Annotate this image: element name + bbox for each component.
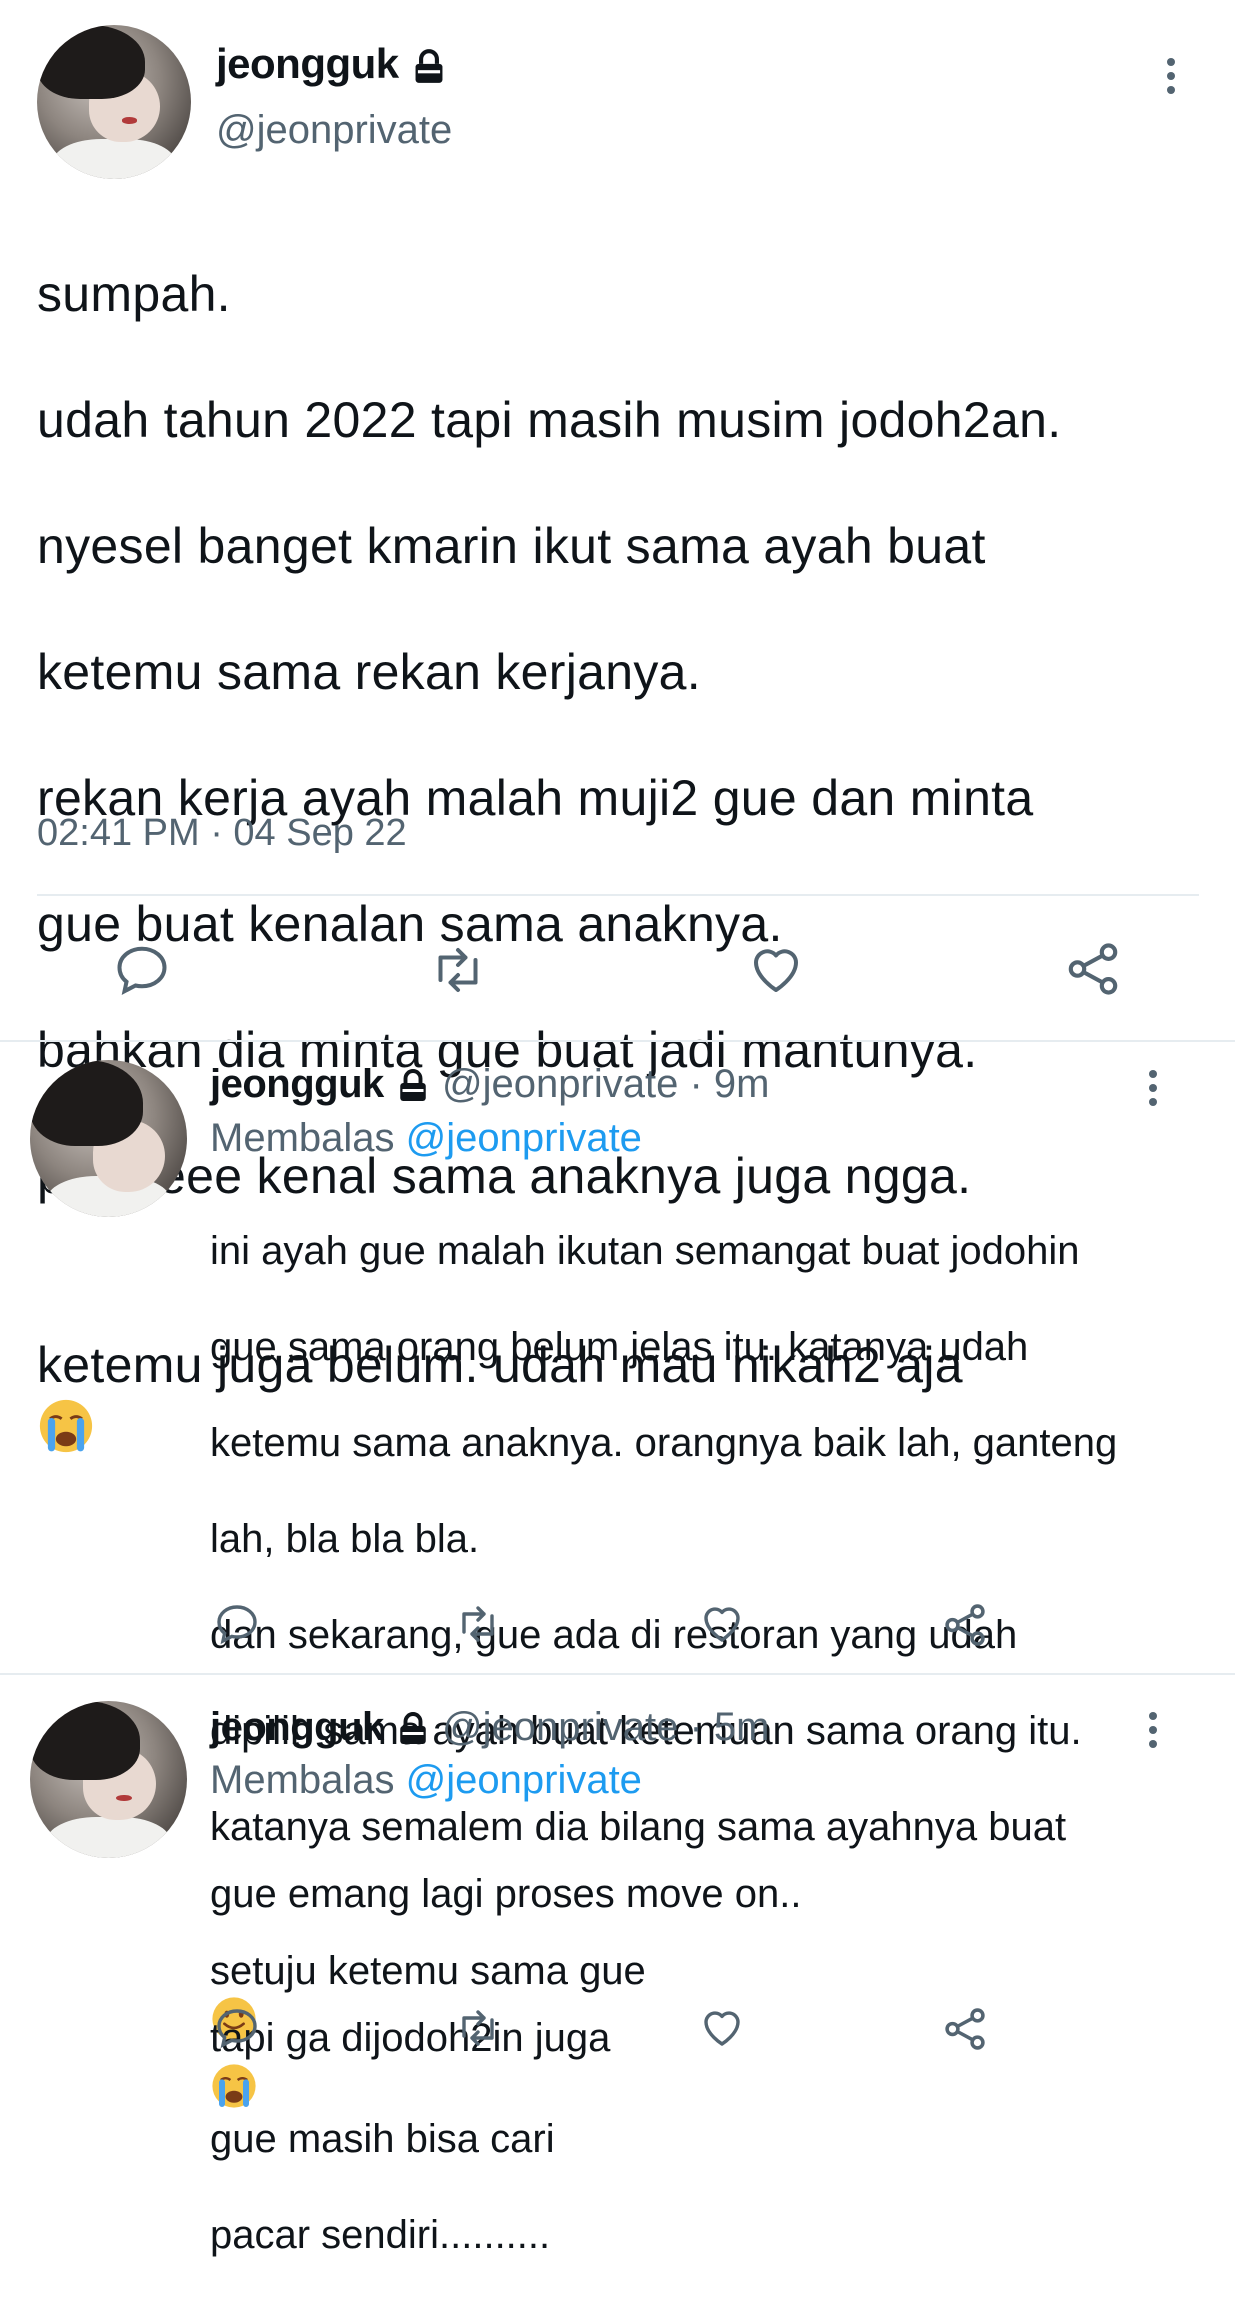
avatar[interactable]	[30, 1701, 187, 1858]
tweet-line: udah tahun 2022 tapi masih musim jodoh2a…	[37, 392, 1062, 448]
more-icon[interactable]	[1149, 1712, 1157, 1754]
reply-line: lah, bla bla bla.	[210, 1517, 480, 1561]
replying-to-link[interactable]: @jeonprivate	[406, 1116, 642, 1160]
tweet-age[interactable]: · 5m	[689, 1705, 769, 1749]
replying-to: Membalas @jeonprivate	[210, 1758, 642, 1803]
author-name[interactable]: jeongguk	[210, 1062, 384, 1106]
share-icon[interactable]	[940, 2004, 990, 2054]
reply-line: gue emang lagi proses move on..	[210, 1872, 802, 1916]
tweet-age[interactable]: · 9m	[689, 1062, 769, 1106]
like-icon[interactable]	[698, 2004, 746, 2052]
tweet-line: gue buat kenalan sama anaknya.	[37, 896, 783, 952]
retweet-icon[interactable]	[452, 1600, 504, 1648]
reply-line: ketemu sama anaknya. orangnya baik lah, …	[210, 1421, 1118, 1465]
reply-text: gue emang lagi proses move on.. tapi ga …	[210, 1822, 1210, 2307]
author-handle[interactable]: @jeonprivate	[442, 1062, 678, 1106]
lock-icon	[400, 1712, 426, 1745]
reply-line-emoji: tapi ga dijodoh2in juga gue masih bisa c…	[210, 1966, 1210, 2163]
avatar[interactable]	[37, 25, 191, 179]
tweet-line: nyesel banget kmarin ikut sama ayah buat	[37, 518, 986, 574]
divider	[0, 1673, 1235, 1675]
share-icon[interactable]	[940, 1600, 990, 1650]
reply-line: gue masih bisa cari	[210, 2117, 555, 2161]
more-icon[interactable]	[1167, 58, 1175, 100]
avatar[interactable]	[30, 1060, 187, 1217]
reply-icon[interactable]	[112, 940, 172, 1000]
reply-icon[interactable]	[213, 1600, 261, 1648]
divider	[37, 894, 1199, 896]
crying-emoji	[39, 1399, 93, 1453]
author-name[interactable]: jeongguk	[216, 40, 448, 88]
divider	[0, 1040, 1235, 1042]
reply-header: jeongguk @jeonprivate · 5m	[210, 1705, 769, 1750]
retweet-icon[interactable]	[426, 940, 490, 1000]
replying-to-link[interactable]: @jeonprivate	[406, 1758, 642, 1802]
more-icon[interactable]	[1149, 1070, 1157, 1112]
tweet-line: ketemu sama rekan kerjanya.	[37, 644, 701, 700]
reply-line: gue sama orang belum jelas itu. katanya …	[210, 1325, 1029, 1369]
retweet-icon[interactable]	[452, 2004, 504, 2052]
reply-line: ini ayah gue malah ikutan semangat buat …	[210, 1229, 1080, 1273]
tweet-line: sumpah.	[37, 266, 231, 322]
replying-label: Membalas	[210, 1116, 395, 1160]
author-handle[interactable]: @jeonprivate	[442, 1705, 678, 1749]
replying-label: Membalas	[210, 1758, 395, 1802]
lock-icon	[400, 1069, 426, 1102]
crying-emoji	[212, 2064, 256, 2108]
author-name-text[interactable]: jeongguk	[216, 40, 399, 87]
reply-header: jeongguk @jeonprivate · 9m	[210, 1062, 769, 1107]
replying-to: Membalas @jeonprivate	[210, 1116, 642, 1161]
tweet-timestamp[interactable]: 02:41 PM · 04 Sep 22	[37, 812, 407, 855]
lock-icon	[415, 49, 443, 83]
share-icon[interactable]	[1062, 938, 1124, 1000]
reply-icon[interactable]	[213, 2004, 261, 2052]
like-icon[interactable]	[698, 1600, 746, 1648]
author-name[interactable]: jeongguk	[210, 1705, 384, 1749]
author-handle[interactable]: @jeonprivate	[216, 108, 452, 153]
reply-line: tapi ga dijodoh2in juga	[210, 2016, 611, 2060]
reply-line: pacar sendiri..........	[210, 2213, 551, 2257]
like-icon[interactable]	[746, 940, 806, 1000]
